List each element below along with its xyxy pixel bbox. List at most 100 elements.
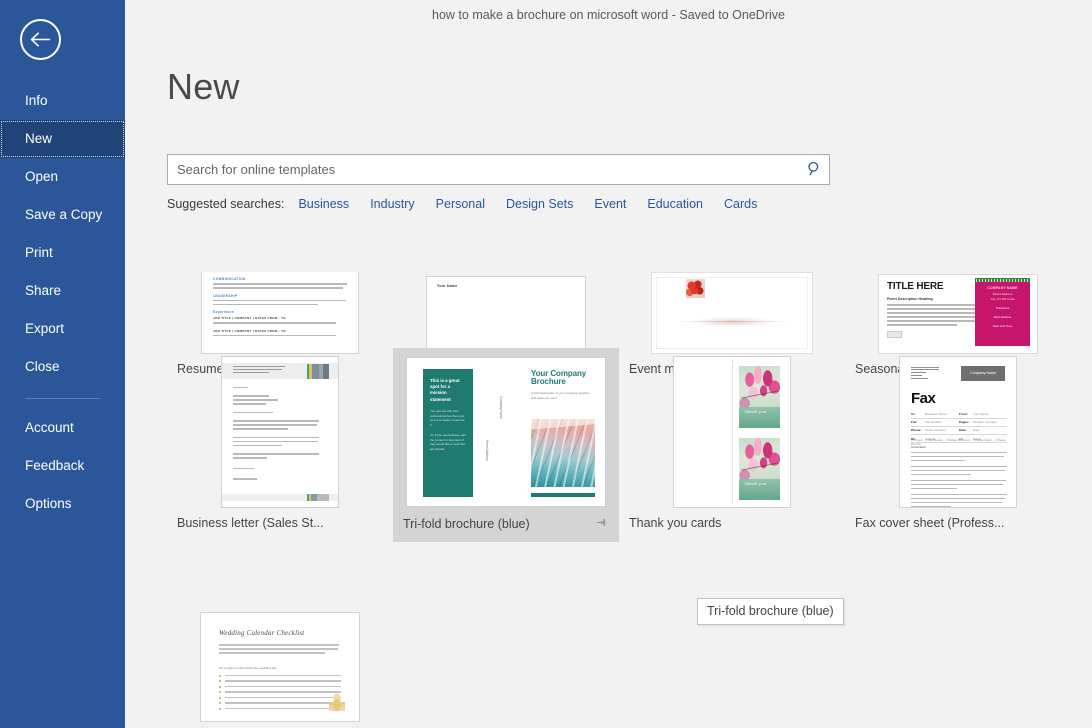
template-thumbnail-cover-letter: Your Name bbox=[401, 222, 611, 354]
page-title: New bbox=[167, 66, 240, 108]
wedding-bells-icon bbox=[329, 691, 345, 711]
brochure-description: A brief description of your company toge… bbox=[531, 391, 595, 400]
sidebar-item-open[interactable]: Open bbox=[0, 158, 125, 196]
thank-you-card-bottom: thank you bbox=[739, 438, 780, 500]
brochure-right-panel: Your Company Brochure A brief descriptio… bbox=[531, 370, 595, 401]
search-icon bbox=[807, 161, 822, 179]
template-label: Tri-fold brochure (blue) bbox=[401, 508, 611, 536]
brochure-mission-text: This is a great spot for a mission state… bbox=[430, 378, 466, 404]
suggested-link-design-sets[interactable]: Design Sets bbox=[506, 197, 573, 211]
title-bar: how to make a brochure on microsoft word… bbox=[125, 0, 1092, 30]
brochure-heading: Your Company Brochure bbox=[531, 370, 595, 388]
resume-job-title: JOB TITLE | COMPANY | DATES FROM - TO bbox=[213, 329, 347, 333]
template-card-thank-you-cards[interactable]: thank you thank you Thank you cards bbox=[619, 348, 845, 540]
event-menu-border bbox=[656, 277, 808, 349]
suggested-link-industry[interactable]: Industry bbox=[370, 197, 414, 211]
flyer-cta-button bbox=[887, 331, 902, 338]
sidebar-item-label: Options bbox=[25, 496, 72, 511]
suggested-link-event[interactable]: Event bbox=[594, 197, 626, 211]
sidebar-item-info[interactable]: Info bbox=[0, 82, 125, 120]
sidebar-item-new[interactable]: New bbox=[0, 120, 125, 158]
brochure-body-text: You can use this from professional broch… bbox=[430, 409, 466, 427]
suggested-link-education[interactable]: Education bbox=[647, 197, 703, 211]
template-card-tri-fold-brochure-blue[interactable]: This is a great spot for a mission state… bbox=[393, 348, 619, 542]
fax-company-name: Company Name bbox=[961, 366, 1005, 381]
fax-title: Fax bbox=[911, 391, 935, 406]
template-tooltip: Tri-fold brochure (blue) bbox=[697, 598, 844, 625]
backstage-nav-list: Info New Open Save a Copy Print Share Ex… bbox=[0, 82, 125, 523]
sidebar-divider bbox=[25, 398, 100, 399]
sidebar-item-label: Share bbox=[25, 283, 61, 298]
search-bar[interactable] bbox=[167, 154, 830, 185]
sidebar-item-save-a-copy[interactable]: Save a Copy bbox=[0, 196, 125, 234]
template-card-business-letter[interactable]: Business letter (Sales St... bbox=[167, 348, 393, 540]
brochure-teal-panel: This is a great spot for a mission state… bbox=[423, 369, 473, 495]
template-thumbnail-wedding: Wedding Calendar Checklist Six to eight … bbox=[175, 612, 385, 728]
brochure-vertical-text: Street Address bbox=[484, 440, 489, 461]
sidebar-item-label: Feedback bbox=[25, 458, 84, 473]
flyer-sidebar: COMPANY NAME Street Address City, ST ZIP… bbox=[975, 282, 1030, 346]
template-thumbnail-flyer: TITLE HERE Event Description Heading COM… bbox=[853, 222, 1063, 354]
wedding-section-label: Six to eight months before the wedding d… bbox=[219, 666, 341, 670]
flyer-body bbox=[887, 304, 984, 326]
sidebar-item-label: Close bbox=[25, 359, 60, 374]
brochure-body-text: Or, if you need please, edit the content… bbox=[430, 433, 466, 451]
sidebar-item-share[interactable]: Share bbox=[0, 272, 125, 310]
template-card-fax-cover-sheet[interactable]: Company Name Fax To: Recipient Name From… bbox=[845, 348, 1071, 540]
template-thumbnail-event-menu bbox=[627, 222, 837, 354]
sidebar-item-label: Print bbox=[25, 245, 53, 260]
berry-illustration-icon bbox=[686, 279, 705, 298]
sidebar-item-export[interactable]: Export bbox=[0, 310, 125, 348]
word-backstage-new-screen: Info New Open Save a Copy Print Share Ex… bbox=[0, 0, 1092, 728]
suggested-searches: Suggested searches: Business Industry Pe… bbox=[167, 197, 778, 211]
sidebar-item-feedback[interactable]: Feedback bbox=[0, 447, 125, 485]
cover-letter-name: Your Name bbox=[437, 284, 575, 288]
sidebar-item-label: New bbox=[25, 131, 52, 146]
backstage-sidebar: Info New Open Save a Copy Print Share Ex… bbox=[0, 0, 125, 728]
back-button[interactable] bbox=[20, 19, 61, 60]
search-button[interactable] bbox=[799, 155, 829, 184]
template-thumbnail-thank-you: thank you thank you bbox=[627, 355, 837, 508]
template-grid[interactable]: COMMUNICATION LEADERSHIP Experience JOB … bbox=[167, 222, 1092, 728]
template-thumbnail-fax: Company Name Fax To: Recipient Name From… bbox=[853, 355, 1063, 508]
thank-you-caption: thank you bbox=[745, 481, 767, 486]
template-thumbnail-resume: COMMUNICATION LEADERSHIP Experience JOB … bbox=[175, 222, 385, 354]
pin-icon[interactable] bbox=[596, 516, 609, 532]
back-arrow-icon bbox=[30, 32, 51, 47]
sidebar-item-label: Export bbox=[25, 321, 64, 336]
search-input[interactable] bbox=[168, 155, 799, 184]
wedding-title: Wedding Calendar Checklist bbox=[219, 629, 341, 637]
fax-comments-heading: Comments: bbox=[911, 445, 1007, 449]
sidebar-item-account[interactable]: Account bbox=[0, 409, 125, 447]
suggested-link-cards[interactable]: Cards bbox=[724, 197, 757, 211]
flyer-company-name: COMPANY NAME bbox=[975, 286, 1030, 290]
sidebar-item-label: Open bbox=[25, 169, 58, 184]
suggested-link-business[interactable]: Business bbox=[298, 197, 349, 211]
brochure-vertical-text: Company Name bbox=[498, 396, 503, 419]
decorative-swash bbox=[690, 317, 776, 327]
sidebar-item-label: Account bbox=[25, 420, 74, 435]
template-label: Thank you cards bbox=[627, 508, 837, 534]
resume-section-heading: LEADERSHIP bbox=[213, 294, 347, 298]
letterhead-decoration bbox=[307, 364, 329, 379]
template-label: Business letter (Sales St... bbox=[175, 508, 385, 534]
template-label: Fax cover sheet (Profess... bbox=[853, 508, 1063, 534]
resume-section-heading: Experience bbox=[213, 310, 347, 314]
sidebar-item-options[interactable]: Options bbox=[0, 485, 125, 523]
sidebar-item-print[interactable]: Print bbox=[0, 234, 125, 272]
suggested-searches-label: Suggested searches: bbox=[167, 197, 284, 211]
brochure-photo bbox=[531, 419, 595, 487]
sidebar-item-close[interactable]: Close bbox=[0, 348, 125, 386]
suggested-link-personal[interactable]: Personal bbox=[436, 197, 485, 211]
sidebar-item-label: Info bbox=[25, 93, 48, 108]
template-thumbnail-brochure: This is a great spot for a mission state… bbox=[401, 355, 611, 508]
backstage-main: how to make a brochure on microsoft word… bbox=[125, 0, 1092, 728]
sidebar-item-label: Save a Copy bbox=[25, 207, 102, 222]
template-card-wedding-calendar-checklist[interactable]: Wedding Calendar Checklist Six to eight … bbox=[167, 605, 393, 728]
template-thumbnail-business-letter bbox=[175, 355, 385, 508]
resume-job-title: JOB TITLE | COMPANY | DATES FROM - TO bbox=[213, 316, 347, 320]
thank-you-card-top: thank you bbox=[739, 366, 780, 428]
resume-section-heading: COMMUNICATION bbox=[213, 277, 347, 281]
thank-you-caption: thank you bbox=[745, 409, 767, 414]
document-title: how to make a brochure on microsoft word… bbox=[432, 8, 785, 22]
